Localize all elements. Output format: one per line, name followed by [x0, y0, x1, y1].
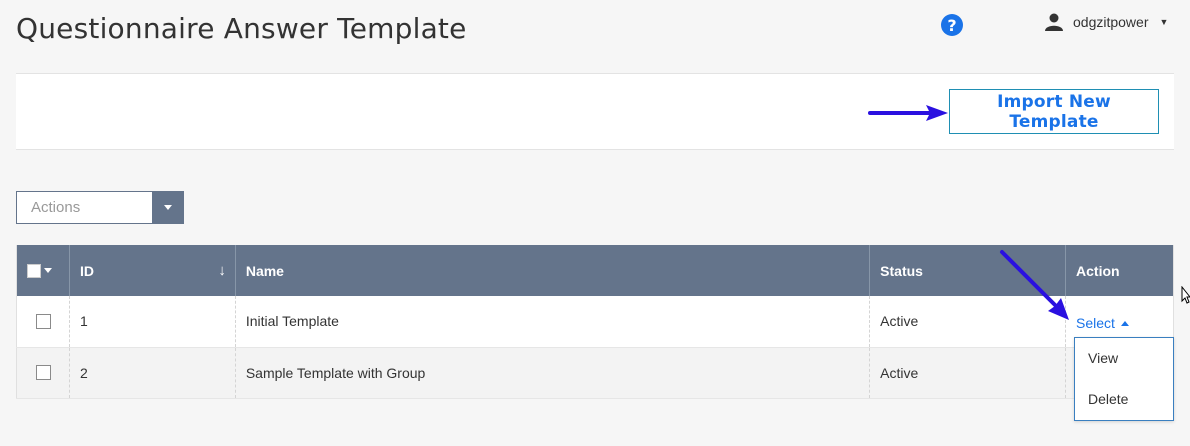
cell-status: Active	[869, 296, 1067, 348]
actions-dropdown-label: Actions	[31, 199, 81, 216]
cell-name: Sample Template with Group	[235, 347, 871, 399]
column-header-name[interactable]: Name	[235, 245, 871, 296]
row-action-menu: View Delete	[1074, 337, 1174, 421]
table-row: 2 Sample Template with Group Active	[16, 347, 1174, 399]
menu-item-view[interactable]: View	[1075, 338, 1173, 379]
caret-down-icon[interactable]	[44, 268, 52, 273]
cell-status: Active	[869, 347, 1067, 399]
table-header-row: ID ↓ Name Status Action	[16, 245, 1174, 296]
header-select-all[interactable]	[16, 245, 70, 296]
page-title: Questionnaire Answer Template	[16, 12, 467, 45]
cell-id: 1	[69, 296, 236, 348]
column-header-action: Action	[1065, 245, 1174, 296]
row-checkbox[interactable]	[36, 365, 51, 380]
templates-table: ID ↓ Name Status Action 1 Initial Templa…	[16, 245, 1174, 399]
help-icon[interactable]: ?	[941, 14, 963, 36]
user-menu[interactable]: odgzitpower ▼	[1044, 13, 1168, 31]
cell-id: 2	[69, 347, 236, 399]
user-icon	[1045, 13, 1063, 31]
chevron-down-icon: ▼	[1159, 17, 1169, 27]
actions-dropdown[interactable]: Actions	[16, 191, 184, 224]
select-all-checkbox[interactable]	[27, 263, 41, 278]
cell-name: Initial Template	[235, 296, 871, 348]
sort-down-icon[interactable]: ↓	[218, 262, 226, 279]
username: odgzitpower	[1073, 14, 1149, 30]
row-action-select[interactable]: Select	[1076, 315, 1129, 331]
column-header-status[interactable]: Status	[869, 245, 1067, 296]
import-new-template-button[interactable]: Import New Template	[949, 89, 1159, 134]
row-checkbox[interactable]	[36, 313, 51, 329]
caret-down-icon	[163, 205, 172, 210]
actions-dropdown-toggle[interactable]	[152, 192, 183, 223]
caret-up-icon	[1120, 320, 1129, 326]
mouse-cursor-icon	[1181, 286, 1190, 304]
column-header-id[interactable]: ID ↓	[69, 245, 236, 296]
table-row: 1 Initial Template Active Select	[16, 296, 1174, 348]
menu-item-delete[interactable]: Delete	[1075, 379, 1173, 420]
